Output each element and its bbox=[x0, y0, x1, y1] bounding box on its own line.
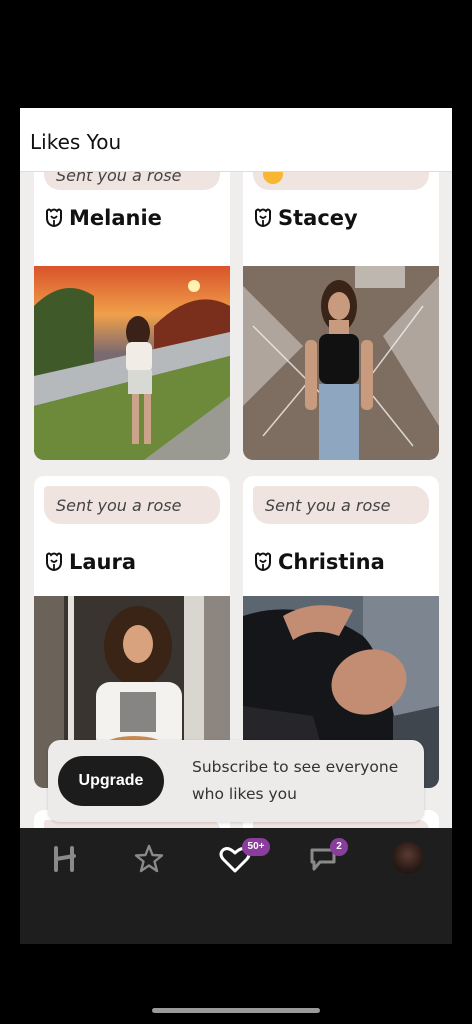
profile-photo[interactable] bbox=[34, 266, 230, 460]
profile-name: Melanie bbox=[69, 206, 162, 230]
rose-message: Sent you a rose bbox=[56, 172, 182, 185]
rose-icon bbox=[46, 552, 62, 572]
likes-grid[interactable]: Sent you a rose Melanie Stacey Sent you … bbox=[20, 172, 452, 828]
rose-message-bubble: Sent you a rose bbox=[44, 172, 220, 190]
emoji-icon bbox=[263, 172, 283, 184]
chats-count-badge: 2 bbox=[330, 838, 348, 856]
app-screen: Likes You Sent you a rose Melanie Stacey… bbox=[20, 108, 452, 944]
nav-discover[interactable] bbox=[50, 842, 84, 876]
rose-message: Sent you a rose bbox=[56, 496, 182, 515]
upgrade-banner: Upgrade Subscribe to see everyone who li… bbox=[48, 740, 424, 822]
name-row: Laura bbox=[44, 548, 136, 576]
profile-name: Christina bbox=[278, 550, 385, 574]
upgrade-button[interactable]: Upgrade bbox=[58, 756, 164, 806]
profile-name: Stacey bbox=[278, 206, 358, 230]
profile-photo[interactable] bbox=[243, 266, 439, 460]
hinge-logo-icon bbox=[54, 846, 76, 872]
rose-message-bubble: Sent you a rose bbox=[253, 486, 429, 524]
like-card-melanie[interactable]: Sent you a rose Melanie bbox=[34, 172, 230, 460]
profile-avatar[interactable] bbox=[392, 842, 424, 874]
name-row: Stacey bbox=[253, 204, 358, 232]
bottom-nav: 50+ 2 bbox=[20, 828, 452, 944]
name-row: Melanie bbox=[44, 204, 162, 232]
rose-icon bbox=[255, 552, 271, 572]
header: Likes You bbox=[20, 108, 452, 172]
rose-message: Sent you a rose bbox=[265, 496, 391, 515]
rose-icon bbox=[255, 208, 271, 228]
upgrade-description: Subscribe to see everyone who likes you bbox=[192, 758, 399, 803]
profile-name: Laura bbox=[69, 550, 137, 574]
nav-standouts[interactable] bbox=[132, 842, 166, 876]
home-indicator[interactable] bbox=[152, 1008, 320, 1013]
page-title: Likes You bbox=[30, 130, 122, 154]
star-icon bbox=[134, 844, 164, 873]
rose-message-bubble: Sent you a rose bbox=[44, 486, 220, 524]
rose-icon bbox=[46, 208, 62, 228]
likes-count-badge: 50+ bbox=[242, 838, 270, 856]
message-bubble bbox=[253, 172, 429, 190]
like-card-stacey[interactable]: Stacey bbox=[243, 172, 439, 460]
name-row: Christina bbox=[253, 548, 385, 576]
